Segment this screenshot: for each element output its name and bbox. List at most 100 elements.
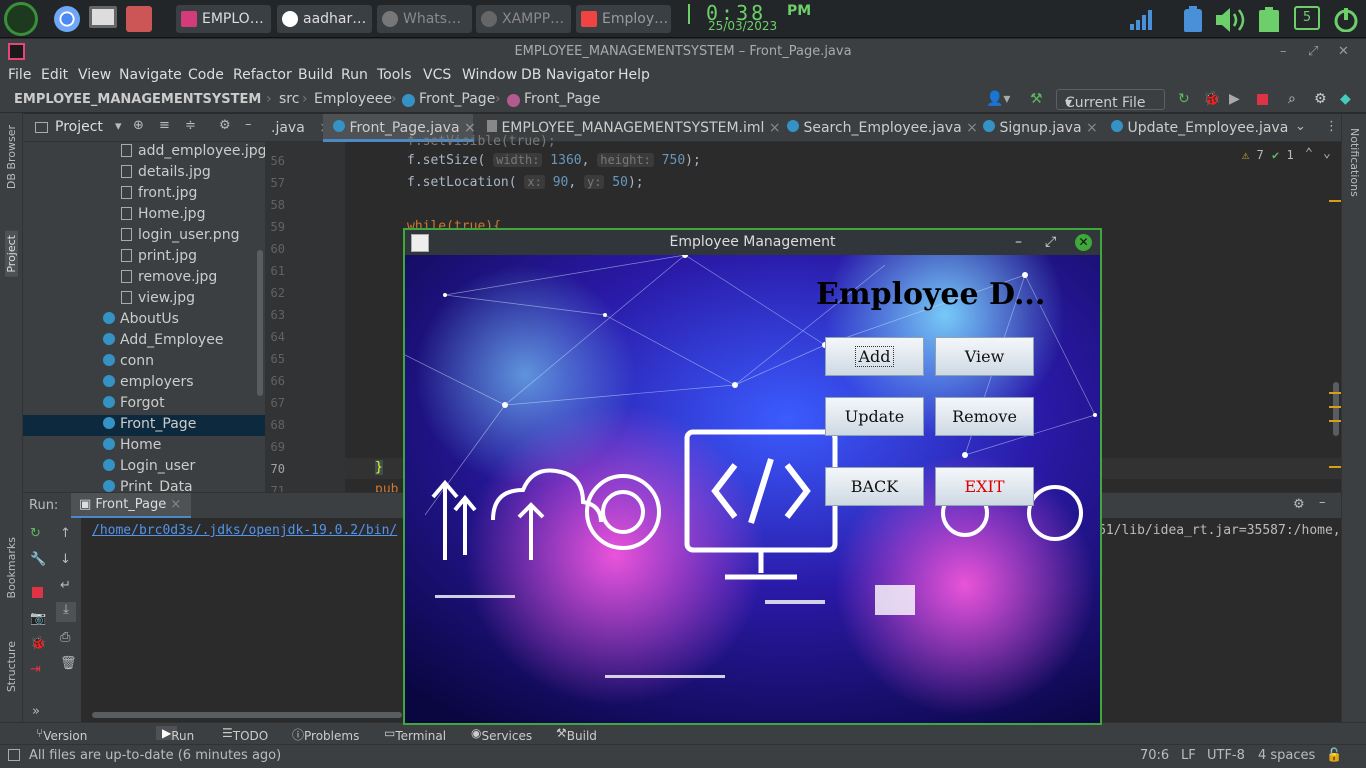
- menu-window[interactable]: Window: [462, 67, 517, 83]
- maximize-icon[interactable]: ⤢: [1045, 230, 1056, 255]
- tree-class-item[interactable]: Home: [103, 436, 161, 457]
- lock-icon[interactable]: 🔓: [1326, 748, 1342, 763]
- terminal-icon[interactable]: [89, 6, 117, 28]
- tool-version-control[interactable]: ⑂ Version Control: [36, 726, 87, 757]
- status-message[interactable]: All files are up-to-date (6 minutes ago): [29, 748, 281, 763]
- maximize-icon[interactable]: ⤢: [1308, 39, 1318, 64]
- add-button[interactable]: Add: [825, 337, 924, 376]
- stop-icon[interactable]: [32, 587, 43, 598]
- chevron-down-icon[interactable]: ⌄: [1295, 119, 1306, 134]
- print-icon[interactable]: ⎙: [60, 630, 70, 645]
- tab-search-employee[interactable]: Search_Employee.java ×: [787, 114, 978, 142]
- taskbar-app-whatsapp-aadhar[interactable]: aadhar…: [277, 5, 372, 33]
- more-icon[interactable]: »: [32, 704, 40, 719]
- run-config-tab[interactable]: ▣ Front_Page ×: [71, 493, 191, 519]
- tree-class-item[interactable]: AboutUs: [103, 310, 179, 331]
- close-icon[interactable]: ×: [769, 120, 781, 136]
- tree-class-item[interactable]: Add_Employee: [103, 331, 223, 352]
- tab-partial-java[interactable]: .java ×: [271, 114, 331, 142]
- close-icon[interactable]: ×: [170, 497, 181, 512]
- check-icon[interactable]: ✔ 1: [1272, 148, 1294, 162]
- tool-problems[interactable]: ⓘ Problems: [292, 726, 359, 743]
- wrench-icon[interactable]: 🔧: [30, 552, 46, 567]
- taskbar-app-employee[interactable]: Employ…: [576, 5, 671, 33]
- tool-build[interactable]: ⚒ Build: [556, 726, 597, 743]
- warning-icon[interactable]: ⚠ 7: [1242, 148, 1264, 162]
- tree-scrollbar[interactable]: [257, 250, 263, 396]
- locate-icon[interactable]: ⊕: [133, 118, 144, 133]
- more-tabs-icon[interactable]: ⋮: [1325, 119, 1338, 134]
- minimize-icon[interactable]: –: [1015, 230, 1022, 255]
- clipboard-icon[interactable]: [1180, 6, 1206, 32]
- user-icon[interactable]: 👤▾: [986, 91, 1010, 107]
- chevron-down-icon[interactable]: ▾: [115, 119, 122, 134]
- expand-all-icon[interactable]: ≑: [185, 118, 196, 133]
- close-icon[interactable]: ✕: [1075, 234, 1092, 251]
- settings-icon[interactable]: ⚙: [1314, 91, 1327, 107]
- menu-build[interactable]: Build: [298, 67, 333, 83]
- file-manager-icon[interactable]: [126, 6, 152, 32]
- arrow-down-icon[interactable]: ↓: [60, 552, 71, 567]
- tree-class-item[interactable]: Front_Page: [23, 415, 265, 436]
- menu-view[interactable]: View: [78, 67, 111, 83]
- arrow-up-icon[interactable]: ↑: [60, 526, 71, 541]
- menu-edit[interactable]: Edit: [41, 67, 68, 83]
- gear-icon[interactable]: ⚙: [219, 118, 231, 133]
- tool-run[interactable]: ▶ Run: [156, 726, 194, 743]
- camera-icon[interactable]: 📷: [30, 611, 46, 626]
- tool-services[interactable]: ◉ Services: [471, 726, 532, 743]
- gear-icon[interactable]: ⚙: [1293, 497, 1305, 512]
- db-browser-tab[interactable]: DB Browser: [5, 125, 18, 189]
- trash-icon[interactable]: 🗑: [60, 656, 77, 671]
- debug-icon[interactable]: 🐞: [1203, 91, 1220, 107]
- tree-class-item[interactable]: Forgot: [103, 394, 165, 415]
- rerun-icon[interactable]: ↻: [30, 526, 41, 541]
- tree-file-item[interactable]: remove.jpg: [121, 268, 217, 289]
- remove-button[interactable]: Remove: [935, 397, 1034, 436]
- tree-file-item[interactable]: details.jpg: [121, 163, 211, 184]
- project-panel-title[interactable]: Project: [55, 119, 103, 135]
- output-line-left[interactable]: /home/brc0d3s/.jdks/openjdk-19.0.2/bin/: [92, 523, 397, 538]
- stop-icon[interactable]: [1257, 94, 1268, 105]
- tab-signup[interactable]: Signup.java ×: [983, 114, 1113, 142]
- tool-terminal[interactable]: ▭ Terminal: [384, 726, 446, 743]
- coverage-icon[interactable]: ▶: [1229, 91, 1240, 107]
- close-icon[interactable]: ✕: [1338, 39, 1349, 64]
- taskbar-app-xampp[interactable]: XAMPP…: [476, 5, 571, 33]
- battery-icon[interactable]: [1256, 6, 1282, 32]
- structure-tab[interactable]: Structure: [5, 641, 18, 692]
- editor-scrollbar[interactable]: [1333, 382, 1339, 436]
- breadcrumb-src[interactable]: src: [279, 91, 299, 107]
- exit-icon[interactable]: ⇥: [30, 662, 41, 677]
- tree-file-item[interactable]: print.jpg: [121, 247, 197, 268]
- file-encoding[interactable]: UTF-8: [1207, 748, 1245, 763]
- menu-run[interactable]: Run: [341, 67, 368, 83]
- exit-button[interactable]: EXIT: [935, 467, 1034, 506]
- soft-wrap-icon[interactable]: ↵: [60, 578, 71, 593]
- volume-icon[interactable]: [1214, 6, 1250, 32]
- tree-class-item[interactable]: Login_user: [103, 457, 195, 478]
- taskbar-app-whatsapp[interactable]: Whats…: [377, 5, 472, 33]
- menu-file[interactable]: File: [8, 67, 31, 83]
- menu-code[interactable]: Code: [188, 67, 224, 83]
- taskbar-app-intellij[interactable]: EMPLO…: [176, 5, 271, 33]
- power-icon[interactable]: [1332, 6, 1360, 32]
- menu-help[interactable]: Help: [618, 67, 650, 83]
- search-icon[interactable]: ⌕: [1288, 91, 1296, 107]
- tree-file-item[interactable]: login_user.png: [121, 226, 239, 247]
- tree-file-item[interactable]: front.jpg: [121, 184, 197, 205]
- tree-class-item[interactable]: Print_Data: [103, 478, 193, 492]
- close-icon[interactable]: ×: [966, 120, 978, 136]
- breadcrumb-file[interactable]: Front_Page: [419, 91, 495, 107]
- output-hscrollbar[interactable]: [92, 712, 402, 718]
- hide-icon[interactable]: –: [1319, 495, 1326, 510]
- menu-refactor[interactable]: Refactor: [233, 67, 292, 83]
- view-button[interactable]: View: [935, 337, 1034, 376]
- cursor-position[interactable]: 70:6: [1140, 748, 1169, 763]
- notifications-badge[interactable]: 5: [1294, 6, 1320, 30]
- hammer-icon[interactable]: ⚒: [1030, 91, 1043, 107]
- rerun-icon[interactable]: ↻: [1178, 91, 1190, 107]
- line-separator[interactable]: LF: [1181, 748, 1196, 763]
- collapse-all-icon[interactable]: ≡: [159, 118, 170, 133]
- tree-class-item[interactable]: conn: [103, 352, 154, 373]
